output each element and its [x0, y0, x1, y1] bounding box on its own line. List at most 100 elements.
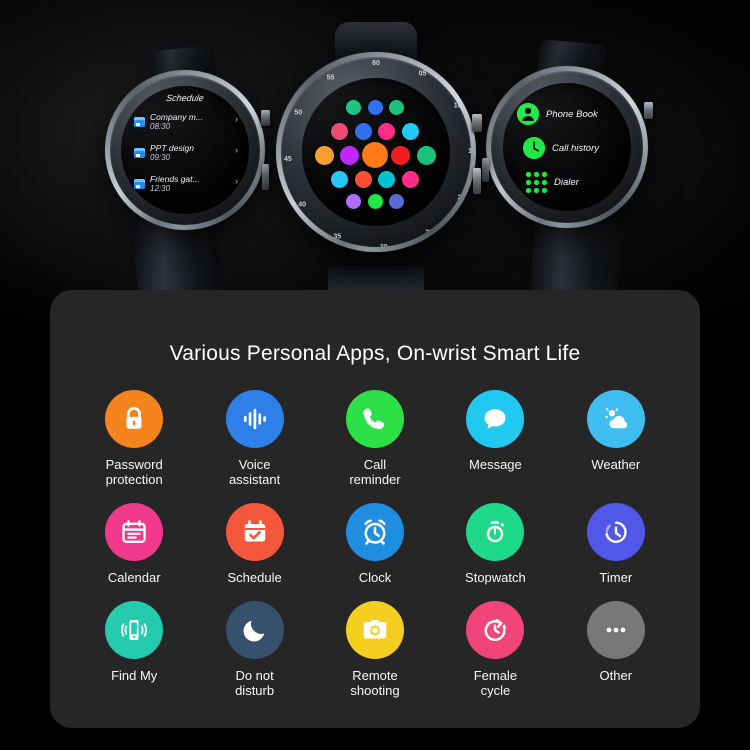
apps-panel: Various Personal Apps, On-wrist Smart Li… — [50, 290, 700, 728]
watch-product-stage: Schedule Company m... 08:30 › PPT design… — [0, 0, 750, 346]
clock-icon — [523, 137, 545, 159]
app-tile[interactable]: Other — [556, 601, 676, 698]
app-label: Timer — [599, 570, 633, 585]
chevron-right-icon: › — [235, 114, 238, 124]
schedule-entry-time: 12:30 — [150, 184, 171, 193]
schedule-entry-name: Company m... — [150, 112, 203, 122]
chevron-right-icon: › — [235, 176, 238, 186]
app-tile[interactable]: Calendar — [74, 503, 194, 585]
left-watch-screen: Schedule Company m... 08:30 › PPT design… — [121, 86, 249, 214]
right-watch-screen: Phone Book Call history Dialer — [503, 83, 631, 211]
app-tile[interactable]: Call reminder — [315, 390, 435, 487]
watch-app-icon[interactable] — [331, 170, 349, 188]
app-label: Weather — [591, 457, 641, 472]
right-watch-menu-item-phone-book[interactable]: Phone Book — [517, 103, 598, 125]
left-watch-case: Schedule Company m... 08:30 › PPT design… — [105, 70, 270, 230]
watch-app-icon[interactable] — [416, 145, 436, 165]
watch-app-icon[interactable] — [354, 122, 372, 140]
app-label: Do not disturb — [235, 668, 275, 698]
app-tile[interactable]: Female cycle — [435, 601, 555, 698]
schedule-entry-time: 08:30 — [150, 122, 171, 131]
watch-app-icon[interactable] — [346, 193, 361, 209]
cycle-icon — [466, 601, 525, 659]
schedule-entry-time: 09:30 — [150, 153, 171, 162]
app-label: Calendar — [107, 570, 161, 585]
right-watch-side-button[interactable] — [482, 158, 489, 182]
app-label: Remote shooting — [350, 668, 400, 698]
app-label: Clock — [358, 570, 392, 585]
watch-app-icon[interactable] — [378, 170, 396, 188]
app-tile[interactable]: Schedule — [194, 503, 314, 585]
app-tile[interactable]: Timer — [556, 503, 676, 585]
right-watch-menu-item-dialer[interactable]: Dialer — [525, 171, 579, 193]
app-label: Other — [599, 668, 633, 683]
timer-icon — [586, 503, 645, 561]
chat-bubble-icon — [466, 390, 525, 448]
calendar-icon — [105, 503, 164, 561]
watch-app-icon[interactable] — [401, 170, 419, 188]
app-tile[interactable]: Weather — [556, 390, 676, 487]
right-watch-crown[interactable] — [644, 102, 653, 119]
lock-icon — [105, 390, 164, 448]
app-tile[interactable]: Clock — [315, 503, 435, 585]
watch-app-icon[interactable] — [367, 99, 383, 115]
center-watch-case: 051015202530354045505560 — [276, 52, 482, 252]
keypad-icon — [525, 171, 547, 193]
schedule-entry-name: Friends gat... — [150, 174, 200, 184]
menu-item-label: Call history — [552, 142, 599, 154]
watch-app-icon[interactable] — [378, 122, 396, 140]
calendar-icon — [134, 179, 145, 189]
app-label: Call reminder — [349, 457, 401, 487]
center-watch-side-button[interactable] — [473, 168, 481, 194]
chevron-right-icon: › — [235, 145, 238, 155]
stopwatch-icon — [466, 503, 525, 561]
watch-app-icon[interactable] — [346, 99, 361, 115]
app-label: Stopwatch — [465, 570, 526, 585]
panel-title: Various Personal Apps, On-wrist Smart Li… — [169, 342, 581, 365]
phone-icon — [345, 390, 404, 448]
cloud-sun-icon — [586, 390, 645, 448]
center-watch-app-grid[interactable] — [302, 78, 450, 226]
calendar-icon — [134, 117, 145, 127]
app-tile[interactable]: Do not disturb — [194, 601, 314, 698]
camera-icon — [345, 601, 404, 659]
ellipsis-icon — [586, 601, 645, 659]
app-tile[interactable]: Stopwatch — [435, 503, 555, 585]
schedule-entry-name: PPT design — [150, 143, 194, 153]
center-watch-crown[interactable] — [472, 114, 482, 132]
contact-icon — [517, 103, 539, 125]
app-tile[interactable]: Password protection — [74, 390, 194, 487]
app-label: Voice assistant — [228, 457, 281, 487]
watch-app-icon[interactable] — [314, 145, 334, 165]
alarm-clock-icon — [345, 503, 404, 561]
app-tile[interactable]: Message — [435, 390, 555, 487]
watch-app-icon[interactable] — [389, 99, 404, 115]
app-label: Find My — [111, 668, 158, 683]
right-watch-case: Phone Book Call history Dialer — [482, 66, 653, 228]
watch-app-icon[interactable] — [389, 193, 404, 209]
watch-app-icon[interactable] — [367, 193, 383, 209]
watch-app-icon[interactable] — [331, 122, 349, 140]
app-label: Message — [469, 457, 522, 472]
watch-app-icon[interactable] — [354, 170, 372, 188]
right-watch: Phone Book Call history Dialer — [478, 39, 658, 346]
app-tile[interactable]: Voice assistant — [194, 390, 314, 487]
center-watch-screen — [302, 78, 450, 226]
checklist-icon — [225, 503, 284, 561]
left-watch-side-button[interactable] — [262, 164, 269, 190]
left-watch: Schedule Company m... 08:30 › PPT design… — [100, 44, 270, 340]
center-watch: 051015202530354045505560 — [272, 22, 482, 330]
watch-app-icon[interactable] — [401, 122, 419, 140]
app-label: Female cycle — [473, 668, 518, 698]
moon-icon — [225, 601, 284, 659]
watch-app-icon[interactable] — [391, 145, 410, 165]
right-watch-menu-item-call-history[interactable]: Call history — [523, 137, 599, 159]
app-tile[interactable]: Remote shooting — [315, 601, 435, 698]
app-label: Schedule — [227, 570, 282, 585]
app-tile[interactable]: Find My — [74, 601, 194, 698]
watch-app-icon[interactable] — [362, 142, 388, 168]
watch-app-icon[interactable] — [340, 145, 359, 165]
left-watch-crown[interactable] — [261, 110, 270, 126]
menu-item-label: Dialer — [554, 176, 579, 188]
menu-item-label: Phone Book — [546, 108, 598, 120]
